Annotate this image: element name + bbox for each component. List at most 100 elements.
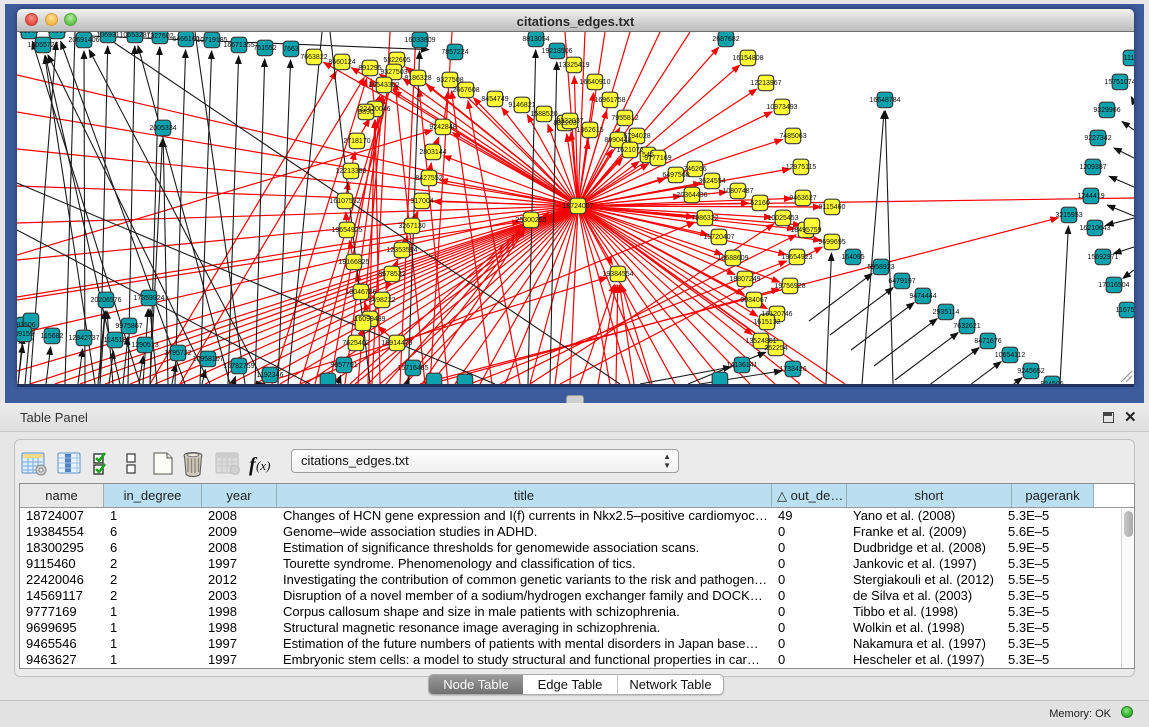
svg-text:1192346: 1192346 (257, 372, 284, 379)
svg-text:5958923: 5958923 (867, 264, 894, 271)
svg-text:16961758: 16961758 (594, 97, 625, 104)
svg-text:16640910: 16640910 (579, 79, 610, 86)
svg-text:21369: 21369 (19, 32, 39, 35)
svg-text:164095: 164095 (841, 254, 864, 261)
svg-text:3498222: 3498222 (368, 297, 395, 304)
svg-text:9227342: 9227342 (1084, 135, 1111, 142)
svg-text:9857791: 9857791 (330, 362, 357, 369)
svg-text:12975115: 12975115 (786, 164, 817, 171)
svg-text:10654112: 10654112 (995, 352, 1026, 359)
svg-text:1290513: 1290513 (131, 342, 158, 349)
svg-text:746266: 746266 (683, 166, 706, 173)
svg-text:1112: 1112 (1124, 55, 1134, 62)
svg-text:16914479: 16914479 (381, 340, 412, 347)
svg-text:15692971: 15692971 (1087, 254, 1118, 261)
svg-text:116753: 116753 (1116, 307, 1134, 314)
svg-text:10973493: 10973493 (766, 104, 797, 111)
svg-text:2718170: 2718170 (343, 138, 370, 145)
svg-text:8660124: 8660124 (328, 59, 355, 66)
svg-text:983506: 983506 (17, 322, 36, 329)
svg-text:1615132: 1615132 (753, 319, 780, 326)
svg-text:16782759: 16782759 (223, 363, 254, 370)
svg-text:7857224: 7857224 (441, 49, 468, 56)
svg-text:16154808: 16154808 (732, 55, 763, 62)
svg-text:13524851: 13524851 (745, 338, 776, 345)
svg-text:7632621: 7632621 (953, 323, 980, 330)
svg-text:917004: 917004 (410, 198, 433, 205)
svg-text:10365: 10365 (47, 32, 67, 35)
svg-text:9115460: 9115460 (819, 204, 846, 211)
svg-text:8186328: 8186328 (404, 75, 431, 82)
svg-text:16107552: 16107552 (329, 198, 360, 205)
svg-text:12353594: 12353594 (386, 247, 417, 254)
svg-text:16648784: 16648784 (869, 97, 900, 104)
svg-text:8678532: 8678532 (378, 271, 405, 278)
svg-text:19218506: 19218506 (541, 48, 572, 55)
svg-text:15751074: 15751074 (1104, 79, 1134, 86)
svg-text:20206576: 20206576 (90, 297, 121, 304)
svg-text:10046786: 10046786 (345, 289, 376, 296)
svg-text:15720407: 15720407 (703, 234, 734, 241)
svg-text:2803144: 2803144 (419, 149, 446, 156)
svg-text:2687682: 2687682 (712, 36, 739, 43)
svg-text:9777169: 9777169 (644, 155, 671, 162)
svg-text:62160: 62160 (750, 200, 770, 207)
svg-text:13325419: 13325419 (558, 62, 589, 69)
svg-text:7663822: 7663822 (300, 54, 327, 61)
svg-text:9463627: 9463627 (789, 195, 816, 202)
svg-text:1588520: 1588520 (530, 111, 557, 118)
svg-text:12213967: 12213967 (750, 80, 781, 87)
svg-text:6497568: 6497568 (662, 172, 689, 179)
svg-text:9699695: 9699695 (818, 239, 845, 246)
svg-text:17359924: 17359924 (133, 295, 164, 302)
svg-text:5322605: 5322605 (383, 57, 410, 64)
svg-text:12213389: 12213389 (335, 168, 366, 175)
svg-text:14136141: 14136141 (726, 362, 757, 369)
svg-text:14055724: 14055724 (27, 42, 58, 49)
svg-text:9245652: 9245652 (1017, 368, 1044, 375)
svg-text:7663: 7663 (283, 46, 299, 53)
svg-text:9474444: 9474444 (909, 293, 936, 300)
svg-text:9242848: 9242848 (429, 124, 456, 131)
svg-text:16671355: 16671355 (223, 42, 254, 49)
svg-text:(x): (x) (256, 458, 270, 473)
svg-text:6479197: 6479197 (888, 278, 915, 285)
svg-text:19654923: 19654923 (781, 254, 812, 261)
svg-text:114519: 114519 (104, 337, 127, 344)
svg-text:8322037: 8322037 (556, 118, 583, 125)
svg-text:2667608: 2667608 (452, 87, 479, 94)
svg-text:16099489: 16099489 (354, 316, 385, 323)
svg-text:6794028: 6794028 (623, 133, 650, 140)
svg-text:9327508: 9327508 (436, 77, 463, 84)
svg-text:18495759: 18495759 (790, 227, 821, 234)
svg-text:1244419: 1244419 (1077, 193, 1104, 200)
svg-text:17016504: 17016504 (1098, 282, 1129, 289)
svg-text:7625402: 7625402 (342, 340, 369, 347)
svg-text:891295: 891295 (358, 65, 381, 72)
svg-text:16543382: 16543382 (368, 82, 399, 89)
svg-text:9146821: 9146821 (508, 102, 535, 109)
svg-text:9329966: 9329966 (1093, 107, 1120, 114)
svg-text:252254: 252254 (764, 345, 787, 352)
svg-text:25300255: 25300255 (515, 217, 546, 224)
svg-text:3624554: 3624554 (698, 178, 725, 185)
svg-text:751552: 751552 (253, 45, 276, 52)
svg-text:16120746: 16120746 (761, 311, 792, 318)
svg-text:1795722: 1795722 (164, 350, 191, 357)
svg-text:9890: 9890 (358, 109, 374, 116)
svg-text:18807249: 18807249 (729, 276, 760, 283)
svg-text:9084067: 9084067 (740, 297, 767, 304)
svg-text:9975867: 9975867 (115, 323, 142, 330)
svg-text:8813054: 8813054 (522, 36, 549, 43)
svg-text:16033809: 16033809 (404, 37, 435, 44)
svg-text:10958107: 10958107 (192, 356, 223, 363)
svg-text:10807487: 10807487 (722, 188, 753, 195)
svg-text:12942737: 12942737 (68, 335, 99, 342)
svg-text:39159: 39159 (17, 331, 34, 338)
svg-text:8427552: 8427552 (415, 175, 442, 182)
svg-text:1209387: 1209387 (1079, 164, 1106, 171)
svg-text:19384554: 19384554 (602, 271, 633, 278)
svg-text:7955812: 7955812 (611, 115, 638, 122)
svg-text:3267130: 3267130 (398, 223, 425, 230)
svg-text:19654925: 19654925 (331, 227, 362, 234)
